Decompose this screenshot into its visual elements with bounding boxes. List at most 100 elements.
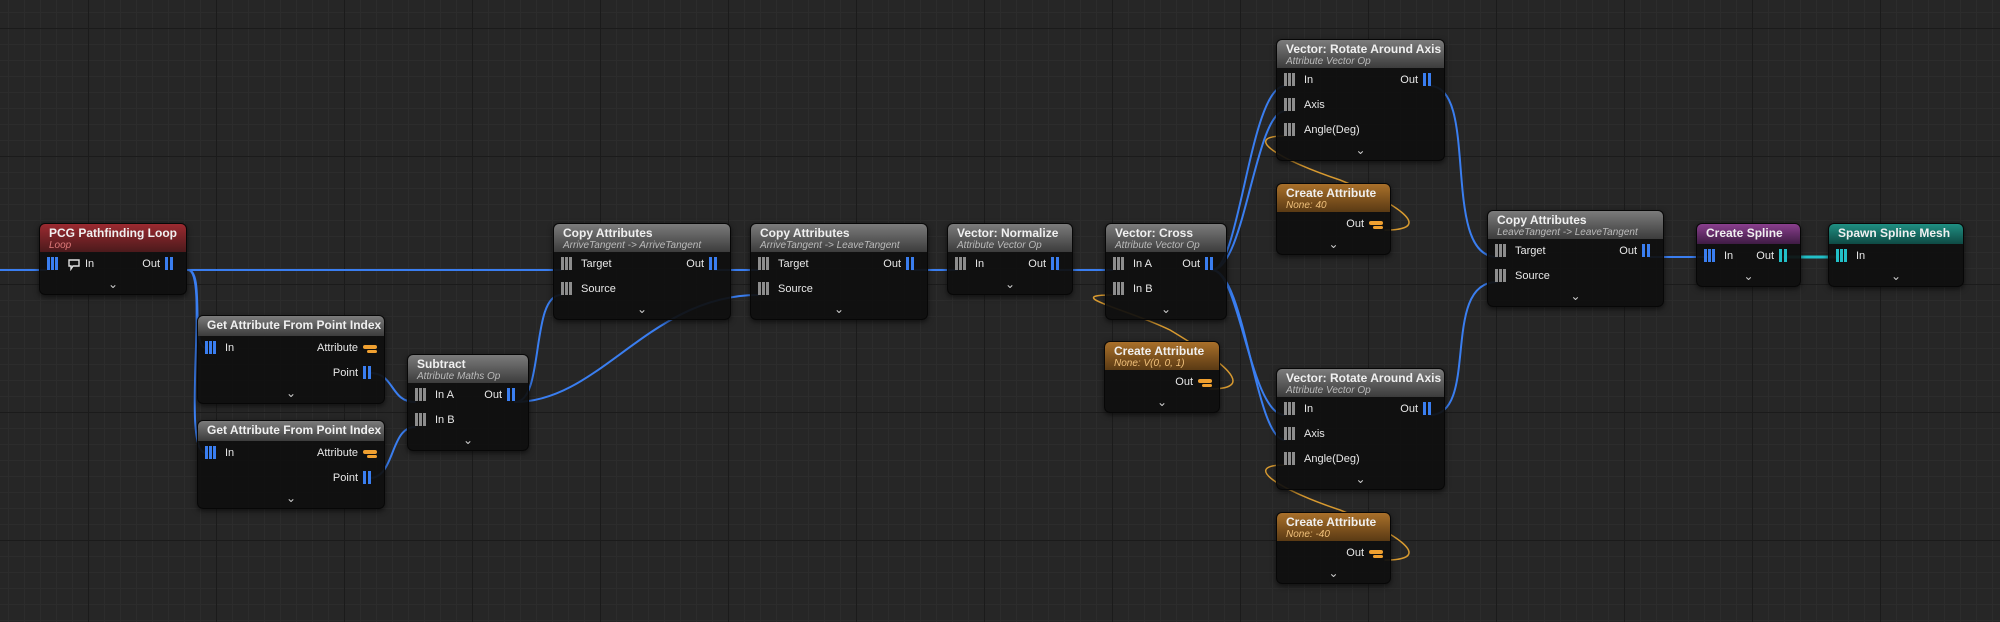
output-pin-out[interactable] xyxy=(906,256,920,271)
input-pin-axis[interactable] xyxy=(1284,426,1298,441)
chevron-down-icon[interactable]: ⌄ xyxy=(948,277,1072,294)
output-pin-out[interactable] xyxy=(1369,221,1383,229)
input-pin-angle[interactable] xyxy=(1284,122,1298,137)
input-pin-in[interactable] xyxy=(205,340,219,355)
pin-label-source: Source xyxy=(1515,270,1550,282)
chevron-down-icon[interactable]: ⌄ xyxy=(554,302,730,319)
output-pin-out[interactable] xyxy=(1051,256,1065,271)
input-pin-target[interactable] xyxy=(561,256,575,271)
node-header[interactable]: Vector: Normalize Attribute Vector Op xyxy=(948,224,1072,252)
node-header[interactable]: Copy Attributes LeaveTangent -> LeaveTan… xyxy=(1488,211,1663,239)
chevron-down-icon[interactable]: ⌄ xyxy=(1277,143,1444,160)
pin-label-out: Out xyxy=(883,258,901,270)
chevron-down-icon[interactable]: ⌄ xyxy=(198,491,384,508)
input-pin-in[interactable] xyxy=(955,256,969,271)
node-create-attribute-40[interactable]: Create Attribute None: 40 Out ⌄ xyxy=(1276,183,1391,255)
output-pin-point[interactable] xyxy=(363,365,377,380)
node-create-attribute-vector[interactable]: Create Attribute None: V(0, 0, 1) Out ⌄ xyxy=(1104,341,1220,413)
node-create-attribute-minus-40[interactable]: Create Attribute None: -40 Out ⌄ xyxy=(1276,512,1391,584)
output-pin-out[interactable] xyxy=(1369,550,1383,558)
chevron-down-icon[interactable]: ⌄ xyxy=(1277,566,1390,583)
node-header[interactable]: Subtract Attribute Maths Op xyxy=(408,355,528,383)
node-subtitle: None: -40 xyxy=(1286,529,1330,540)
input-pin-angle[interactable] xyxy=(1284,451,1298,466)
node-header[interactable]: Vector: Rotate Around Axis Attribute Vec… xyxy=(1277,40,1444,68)
node-copy-attributes-1[interactable]: Copy Attributes ArriveTangent -> ArriveT… xyxy=(553,223,731,320)
chevron-down-icon[interactable]: ⌄ xyxy=(1697,269,1800,286)
node-get-attribute-from-point-index-1[interactable]: Get Attribute From Point Index In Attrib… xyxy=(197,315,385,404)
input-pin-in[interactable] xyxy=(1284,401,1298,416)
input-pin-in-a[interactable] xyxy=(415,387,429,402)
node-subtitle: Attribute Vector Op xyxy=(957,240,1042,251)
input-pin-axis[interactable] xyxy=(1284,97,1298,112)
chevron-down-icon[interactable]: ⌄ xyxy=(1488,289,1663,306)
node-copy-attributes-2[interactable]: Copy Attributes ArriveTangent -> LeaveTa… xyxy=(750,223,928,320)
input-pin-source[interactable] xyxy=(1495,268,1509,283)
input-pin-in-b[interactable] xyxy=(1113,281,1127,296)
node-vector-cross[interactable]: Vector: Cross Attribute Vector Op In A O… xyxy=(1105,223,1227,320)
input-pin-target[interactable] xyxy=(758,256,772,271)
output-pin-out[interactable] xyxy=(1205,256,1219,271)
node-header[interactable]: Copy Attributes ArriveTangent -> LeaveTa… xyxy=(751,224,927,252)
node-header[interactable]: PCG Pathfinding Loop Loop xyxy=(40,224,186,252)
node-header[interactable]: Create Spline xyxy=(1697,224,1800,244)
chevron-down-icon[interactable]: ⌄ xyxy=(1105,395,1219,412)
chevron-down-icon[interactable]: ⌄ xyxy=(408,433,528,450)
node-title: Copy Attributes xyxy=(563,226,653,240)
node-subtract[interactable]: Subtract Attribute Maths Op In A Out In … xyxy=(407,354,529,451)
node-create-spline[interactable]: Create Spline In Out ⌄ xyxy=(1696,223,1801,287)
chevron-down-icon[interactable]: ⌄ xyxy=(1106,302,1226,319)
chevron-down-icon[interactable]: ⌄ xyxy=(1829,269,1963,286)
node-subtitle: Loop xyxy=(49,240,72,251)
input-pin-target[interactable] xyxy=(1495,243,1509,258)
node-header[interactable]: Copy Attributes ArriveTangent -> ArriveT… xyxy=(554,224,730,252)
node-pcg-pathfinding-loop[interactable]: PCG Pathfinding Loop Loop In Out ⌄ xyxy=(39,223,187,295)
node-get-attribute-from-point-index-2[interactable]: Get Attribute From Point Index In Attrib… xyxy=(197,420,385,509)
node-header[interactable]: Vector: Rotate Around Axis Attribute Vec… xyxy=(1277,369,1444,397)
input-pin-in-b[interactable] xyxy=(415,412,429,427)
output-pin-out[interactable] xyxy=(1198,379,1212,387)
node-vector-rotate-around-axis-1[interactable]: Vector: Rotate Around Axis Attribute Vec… xyxy=(1276,39,1445,161)
output-pin-out[interactable] xyxy=(1423,401,1437,416)
node-header[interactable]: Get Attribute From Point Index xyxy=(198,421,384,441)
input-pin-in[interactable] xyxy=(47,256,61,271)
input-pin-source[interactable] xyxy=(561,281,575,296)
node-header[interactable]: Create Attribute None: 40 xyxy=(1277,184,1390,212)
node-title: Create Attribute xyxy=(1114,344,1205,358)
output-pin-out[interactable] xyxy=(709,256,723,271)
output-pin-attribute[interactable] xyxy=(363,345,377,353)
node-header[interactable]: Spawn Spline Mesh xyxy=(1829,224,1963,244)
input-pin-in[interactable] xyxy=(1284,72,1298,87)
input-pin-in-a[interactable] xyxy=(1113,256,1127,271)
output-pin-out[interactable] xyxy=(507,387,521,402)
pin-label-angle: Angle(Deg) xyxy=(1304,453,1360,465)
node-subtitle: Attribute Maths Op xyxy=(417,371,501,382)
output-pin-out[interactable] xyxy=(1642,243,1656,258)
chevron-down-icon[interactable]: ⌄ xyxy=(1277,472,1444,489)
pin-label-in-b: In B xyxy=(1133,283,1153,295)
node-header[interactable]: Get Attribute From Point Index xyxy=(198,316,384,336)
pin-label-in: In xyxy=(975,258,985,270)
node-vector-normalize[interactable]: Vector: Normalize Attribute Vector Op In… xyxy=(947,223,1073,295)
input-pin-source[interactable] xyxy=(758,281,772,296)
output-pin-point[interactable] xyxy=(363,470,377,485)
output-pin-out[interactable] xyxy=(165,256,179,271)
node-header[interactable]: Create Attribute None: -40 xyxy=(1277,513,1390,541)
output-pin-out[interactable] xyxy=(1779,248,1793,263)
chevron-down-icon[interactable]: ⌄ xyxy=(751,302,927,319)
input-pin-in[interactable] xyxy=(205,445,219,460)
output-pin-out[interactable] xyxy=(1423,72,1437,87)
node-copy-attributes-3[interactable]: Copy Attributes LeaveTangent -> LeaveTan… xyxy=(1487,210,1664,307)
chevron-down-icon[interactable]: ⌄ xyxy=(198,386,384,403)
chevron-down-icon[interactable]: ⌄ xyxy=(40,277,186,294)
input-pin-in[interactable] xyxy=(1836,248,1850,263)
node-subtitle: Attribute Vector Op xyxy=(1286,56,1371,67)
chevron-down-icon[interactable]: ⌄ xyxy=(1277,237,1390,254)
node-header[interactable]: Vector: Cross Attribute Vector Op xyxy=(1106,224,1226,252)
node-spawn-spline-mesh[interactable]: Spawn Spline Mesh In ⌄ xyxy=(1828,223,1964,287)
node-vector-rotate-around-axis-2[interactable]: Vector: Rotate Around Axis Attribute Vec… xyxy=(1276,368,1445,490)
input-pin-in[interactable] xyxy=(1704,248,1718,263)
output-pin-attribute[interactable] xyxy=(363,450,377,458)
pin-label-out: Out xyxy=(142,258,160,270)
node-header[interactable]: Create Attribute None: V(0, 0, 1) xyxy=(1105,342,1219,370)
